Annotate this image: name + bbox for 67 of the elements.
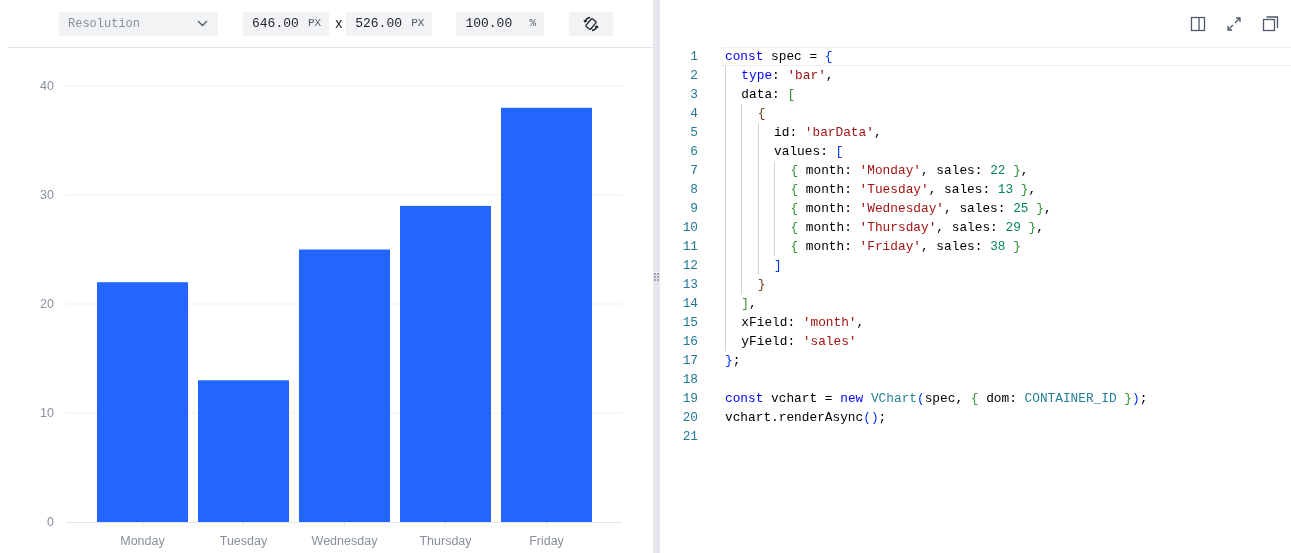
zoom-input[interactable]: 100.00 — [465, 13, 524, 34]
code-line: data: [ — [724, 85, 1291, 104]
axis-label: 40 — [40, 79, 54, 93]
code-line: xField: 'month', — [724, 313, 1291, 332]
axis-label: Wednesday — [311, 534, 378, 548]
line-number: 11 — [681, 238, 698, 256]
code-line: id: 'barData', — [724, 123, 1291, 142]
line-number: 6 — [689, 143, 698, 161]
code-line: ], — [724, 294, 1291, 313]
axis-label: 10 — [40, 406, 54, 420]
chevron-icon — [197, 20, 208, 27]
axis-label: 0 — [47, 515, 54, 529]
line-number: 14 — [681, 295, 698, 313]
code-line: } — [724, 275, 1291, 294]
grip-icon[interactable] — [654, 272, 659, 281]
split-view-icon — [1190, 15, 1206, 32]
rotate-button[interactable] — [569, 11, 613, 36]
line-number: 8 — [689, 181, 698, 199]
line-number: 9 — [689, 200, 698, 218]
axis-label: 30 — [40, 188, 54, 202]
line-number: 19 — [681, 390, 698, 408]
axis-label: Tuesday — [219, 534, 268, 548]
unit-label: PX — [411, 16, 425, 32]
height-field[interactable]: 526.00 PX — [346, 11, 433, 36]
code-line: }; — [724, 352, 742, 370]
code-line: values: [ — [724, 142, 1291, 161]
line-number: 5 — [689, 124, 698, 142]
code-line: vchart.renderAsync(); — [724, 409, 888, 427]
line-number: 12 — [681, 257, 698, 275]
axis-label: 20 — [40, 297, 54, 311]
code-line: const vchart = new VChart(spec, { dom: CONTAINER_ID }); — [724, 390, 1149, 408]
line-number: 17 — [681, 352, 698, 370]
line-number: 18 — [681, 371, 698, 389]
line-number: 21 — [681, 428, 698, 446]
unit-label: PX — [308, 16, 322, 32]
code-line: { month: 'Thursday', sales: 29 }, — [724, 218, 1291, 237]
line-number: 10 — [681, 219, 698, 237]
code-line: { month: 'Friday', sales: 38 } — [724, 237, 1291, 256]
times-sign: x — [335, 14, 343, 33]
line-number: 15 — [681, 314, 698, 332]
axis-label: Friday — [529, 534, 564, 548]
rotate-icon — [583, 15, 599, 32]
code-line: { month: 'Tuesday', sales: 13 }, — [724, 180, 1291, 199]
code-line: ] — [724, 256, 1291, 275]
code-line: { month: 'Wednesday', sales: 25 }, — [724, 199, 1291, 218]
copy-icon — [1261, 15, 1279, 32]
line-number: 1 — [689, 48, 698, 66]
line-number: 3 — [689, 86, 698, 104]
expand-icon — [1226, 15, 1242, 32]
height-input[interactable]: 526.00 — [355, 13, 406, 34]
code-line: const spec = { — [721, 47, 1291, 66]
zoom-field[interactable]: 100.00 % — [456, 11, 544, 36]
line-number: 13 — [681, 276, 698, 294]
axis-label: Monday — [120, 534, 165, 548]
line-number: 16 — [681, 333, 698, 351]
line-number: 4 — [689, 105, 698, 123]
unit-label: % — [529, 16, 536, 32]
code-line: yField: 'sales' — [724, 332, 1291, 351]
code-line: type: 'bar', — [724, 66, 1291, 85]
width-input[interactable]: 646.00 — [252, 13, 302, 34]
line-number: 7 — [689, 162, 698, 180]
line-number: 2 — [689, 67, 698, 85]
axis-label: Thursday — [419, 534, 472, 548]
line-number: 20 — [681, 409, 698, 427]
code-line: { — [724, 104, 1291, 123]
code-line: { month: 'Monday', sales: 22 }, — [724, 161, 1291, 180]
width-field[interactable]: 646.00 PX — [243, 11, 330, 36]
